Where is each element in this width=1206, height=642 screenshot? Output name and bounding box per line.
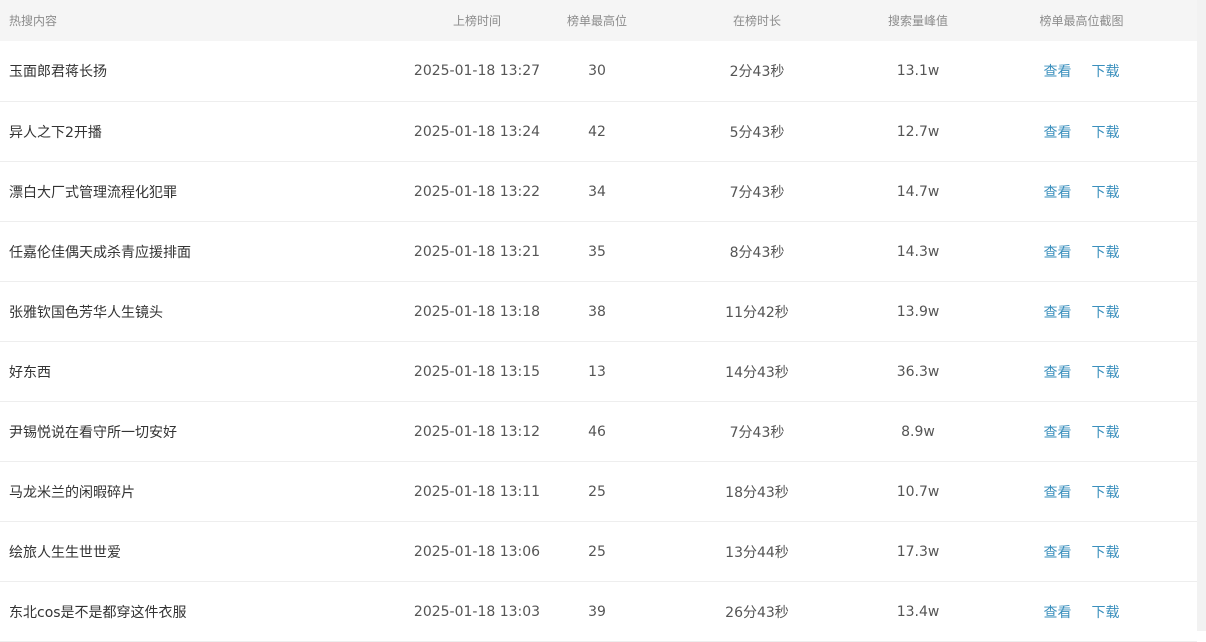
row-peak: 13.1w [896,63,940,79]
view-link[interactable]: 查看 [1044,182,1072,202]
view-link[interactable]: 查看 [1044,362,1072,382]
view-link[interactable]: 查看 [1044,602,1072,622]
row-actions: 查看 下载 [962,602,1197,622]
row-rank: 42 [588,123,606,140]
row-duration: 11分42秒 [725,304,789,321]
view-link[interactable]: 查看 [1044,61,1072,81]
row-actions: 查看 下载 [962,422,1197,442]
view-link[interactable]: 查看 [1044,242,1072,262]
row-duration: 8分43秒 [729,244,785,261]
row-title: 东北cos是不是都穿这件衣服 [9,604,187,621]
download-link[interactable]: 下载 [1092,362,1120,382]
row-rank: 34 [588,183,606,200]
row-time: 2025-01-18 13:27 [413,63,541,79]
row-peak: 36.3w [896,363,940,380]
view-link[interactable]: 查看 [1044,542,1072,562]
download-link[interactable]: 下载 [1092,242,1120,262]
row-peak: 10.7w [896,483,940,500]
row-rank: 35 [588,243,606,260]
table-row: 马龙米兰的闲暇碎片 2025-01-18 13:11 25 18分43秒 10.… [0,462,1197,522]
header-rank: 榜单最高位 [566,14,627,28]
header-duration: 在榜时长 [732,14,781,28]
table-row: 尹锡悦说在看守所一切安好 2025-01-18 13:12 46 7分43秒 8… [0,402,1197,462]
row-rank: 38 [588,303,606,320]
row-actions: 查看 下载 [962,61,1197,81]
row-title: 玉面郎君蒋长扬 [9,64,107,80]
header-screenshot: 榜单最高位截图 [1039,14,1124,28]
row-duration: 7分43秒 [729,424,785,441]
table-row: 漂白大厂式管理流程化犯罪 2025-01-18 13:22 34 7分43秒 1… [0,162,1197,222]
row-peak: 13.4w [896,603,940,620]
row-actions: 查看 下载 [962,482,1197,502]
row-time: 2025-01-18 13:03 [413,603,541,620]
row-rank: 30 [588,63,606,79]
row-duration: 26分43秒 [725,604,789,621]
row-peak: 12.7w [896,123,940,140]
table-row: 东北cos是不是都穿这件衣服 2025-01-18 13:03 39 26分43… [0,582,1197,642]
row-time: 2025-01-18 13:06 [413,543,541,560]
row-duration: 14分43秒 [725,364,789,381]
row-actions: 查看 下载 [962,182,1197,202]
row-rank: 39 [588,603,606,620]
table-row: 好东西 2025-01-18 13:15 13 14分43秒 36.3w 查看 … [0,342,1197,402]
row-title: 漂白大厂式管理流程化犯罪 [9,184,177,201]
row-rank: 13 [588,363,606,380]
download-link[interactable]: 下载 [1092,422,1120,442]
download-link[interactable]: 下载 [1092,542,1120,562]
row-actions: 查看 下载 [962,122,1197,142]
row-time: 2025-01-18 13:24 [413,123,541,140]
row-duration: 5分43秒 [729,124,785,141]
header-time: 上榜时间 [452,14,501,28]
table-row: 绘旅人生生世世爱 2025-01-18 13:06 25 13分44秒 17.3… [0,522,1197,582]
hot-search-table: 热搜内容 上榜时间 榜单最高位 在榜时长 搜索量峰值 榜单最高位截图 玉面郎君蒋… [0,0,1197,642]
row-time: 2025-01-18 13:22 [413,183,541,200]
view-link[interactable]: 查看 [1044,122,1072,142]
row-duration: 7分43秒 [729,184,785,201]
row-time: 2025-01-18 13:11 [413,483,541,500]
row-duration: 13分44秒 [725,544,789,561]
row-actions: 查看 下载 [962,362,1197,382]
row-peak: 8.9w [901,423,935,440]
row-actions: 查看 下载 [962,542,1197,562]
row-title: 好东西 [9,364,51,381]
row-title: 张雅钦国色芳华人生镜头 [9,304,163,321]
row-duration: 2分43秒 [729,64,785,80]
row-time: 2025-01-18 13:15 [413,363,541,380]
row-rank: 46 [588,423,606,440]
view-link[interactable]: 查看 [1044,422,1072,442]
row-title: 任嘉伦佳偶天成杀青应援排面 [9,244,191,261]
row-title: 尹锡悦说在看守所一切安好 [9,424,177,441]
download-link[interactable]: 下载 [1092,602,1120,622]
table-header: 热搜内容 上榜时间 榜单最高位 在榜时长 搜索量峰值 榜单最高位截图 [0,0,1197,41]
row-peak: 13.9w [896,303,940,320]
view-link[interactable]: 查看 [1044,482,1072,502]
row-time: 2025-01-18 13:18 [413,303,541,320]
table-row: 玉面郎君蒋长扬 2025-01-18 13:27 30 2分43秒 13.1w … [0,41,1197,102]
row-rank: 25 [588,483,606,500]
row-peak: 14.3w [896,243,940,260]
scrollbar-track[interactable] [1197,0,1206,631]
download-link[interactable]: 下载 [1092,482,1120,502]
row-actions: 查看 下载 [962,302,1197,322]
header-title: 热搜内容 [9,14,58,28]
table-row: 异人之下2开播 2025-01-18 13:24 42 5分43秒 12.7w … [0,102,1197,162]
row-title: 绘旅人生生世世爱 [9,544,121,561]
row-time: 2025-01-18 13:21 [413,243,541,260]
download-link[interactable]: 下载 [1092,122,1120,142]
download-link[interactable]: 下载 [1092,61,1120,81]
row-time: 2025-01-18 13:12 [413,423,541,440]
header-peak: 搜索量峰值 [887,14,948,28]
download-link[interactable]: 下载 [1092,182,1120,202]
table-row: 任嘉伦佳偶天成杀青应援排面 2025-01-18 13:21 35 8分43秒 … [0,222,1197,282]
row-peak: 17.3w [896,543,940,560]
row-peak: 14.7w [896,183,940,200]
row-rank: 25 [588,543,606,560]
row-duration: 18分43秒 [725,484,789,501]
row-title: 异人之下2开播 [9,124,102,141]
download-link[interactable]: 下载 [1092,302,1120,322]
row-actions: 查看 下载 [962,242,1197,262]
table-row: 张雅钦国色芳华人生镜头 2025-01-18 13:18 38 11分42秒 1… [0,282,1197,342]
view-link[interactable]: 查看 [1044,302,1072,322]
row-title: 马龙米兰的闲暇碎片 [9,484,135,501]
